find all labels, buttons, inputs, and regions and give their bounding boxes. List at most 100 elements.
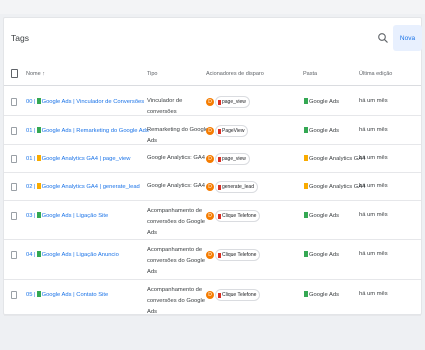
tag-label: Google Analytics GA4 | page_view: [41, 156, 131, 162]
tag-prefix: 03 |: [26, 213, 36, 219]
folder-color-marker: [304, 183, 308, 189]
trigger-color-marker: [218, 252, 221, 258]
table-row[interactable]: 01 | Google Analytics GA4 | page_view Goog…: [4, 145, 421, 173]
tag-label: Google Ads | Ligação Site: [41, 213, 109, 219]
trigger-color-marker: [218, 213, 221, 219]
folder-color-marker: [304, 251, 308, 257]
folder-label: Google Ads: [309, 252, 339, 258]
tag-label: Google Ads | Remarketing do Google Ads: [41, 128, 149, 134]
trigger-color-marker: [218, 184, 221, 190]
trigger-chip[interactable]: Clique Telefone: [215, 249, 261, 261]
tag-prefix: 00 |: [26, 99, 36, 105]
tag-color-marker: [36, 212, 41, 218]
tag-name-link[interactable]: 03 | Google Ads | Ligação Site: [26, 212, 108, 219]
trigger-icon: D: [206, 212, 214, 220]
table-row[interactable]: 03 | Google Ads | Ligação Site Acompanhame…: [4, 201, 421, 240]
trigger-cell[interactable]: D Clique Telefone: [206, 249, 261, 261]
tag-name-link[interactable]: 01 | Google Ads | Remarketing do Google A…: [26, 127, 149, 134]
row-checkbox[interactable]: [11, 291, 17, 299]
search-icon[interactable]: [377, 32, 389, 44]
table-row[interactable]: 01 | Google Ads | Remarketing do Google A…: [4, 116, 421, 145]
trigger-cell[interactable]: D PageView: [206, 125, 249, 137]
tag-type: Google Analytics: GA4: [147, 183, 205, 189]
tag-color-marker: [36, 183, 41, 189]
column-last-edit: Última edição: [359, 71, 393, 77]
column-type: Tipo: [147, 71, 158, 77]
tag-type: Acompanhamento de conversões do Google A…: [147, 208, 206, 236]
last-edit: há um mês: [359, 155, 388, 161]
trigger-label: PageView: [222, 128, 245, 134]
tag-color-marker: [36, 291, 41, 297]
trigger-color-marker: [218, 292, 221, 298]
trigger-chip[interactable]: Clique Telefone: [215, 289, 261, 301]
folder-color-marker: [304, 155, 308, 161]
trigger-cell[interactable]: D Clique Telefone: [206, 289, 261, 301]
card-title: Tags: [11, 33, 29, 43]
trigger-color-marker: [218, 156, 221, 162]
trigger-label: Clique Telefone: [222, 292, 257, 298]
folder-label: Google Analytics GA4: [309, 184, 366, 190]
new-tag-button[interactable]: Nova: [393, 25, 422, 51]
last-edit: há um mês: [359, 291, 388, 297]
trigger-cell[interactable]: D Clique Telefone: [206, 210, 261, 222]
tag-type: Google Analytics: GA4: [147, 155, 205, 161]
tag-type: Acompanhamento de conversões do Google A…: [147, 247, 206, 275]
tag-label: Google Ads | Ligação Anuncio: [41, 252, 119, 258]
folder-color-marker: [304, 291, 308, 297]
tag-prefix: 01 |: [26, 128, 36, 134]
row-checkbox[interactable]: [11, 155, 17, 163]
sort-arrow-icon: ↑: [42, 71, 45, 77]
trigger-chip[interactable]: Clique Telefone: [215, 210, 261, 222]
trigger-cell[interactable]: Dgenerate_lead: [206, 181, 258, 193]
table-row[interactable]: 05 | Google Ads | Contato Site Acompanhame…: [4, 280, 421, 316]
folder-color-marker: [304, 212, 308, 218]
select-all-checkbox[interactable]: [11, 69, 18, 78]
table-row[interactable]: 00 | Google Ads | Vinculador de Conversõe…: [4, 87, 421, 116]
tag-prefix: 02 |: [26, 184, 36, 190]
trigger-icon: D: [206, 251, 214, 259]
folder-label: Google Ads: [309, 213, 339, 219]
tag-name-link[interactable]: 00 | Google Ads | Vinculador de Conversõe…: [26, 98, 144, 105]
trigger-label: page_view: [222, 99, 246, 105]
tag-color-marker: [36, 251, 41, 257]
row-checkbox[interactable]: [11, 98, 17, 106]
tag-name-link[interactable]: 05 | Google Ads | Contato Site: [26, 291, 108, 298]
row-checkbox[interactable]: [11, 127, 17, 135]
row-checkbox[interactable]: [11, 183, 17, 191]
trigger-cell[interactable]: Dpage_view: [206, 153, 250, 165]
column-triggers: Acionadores de disparo: [206, 71, 264, 77]
folder-cell: Google Ads: [303, 212, 339, 219]
column-folder: Pasta: [303, 71, 318, 77]
trigger-color-marker: [218, 128, 221, 134]
last-edit: há um mês: [359, 127, 388, 133]
folder-cell: Google Ads: [303, 127, 339, 134]
trigger-chip[interactable]: page_view: [215, 153, 250, 165]
tag-name-link[interactable]: 02 | Google Analytics GA4 | generate_lead: [26, 183, 140, 190]
folder-label: Google Ads: [309, 99, 339, 105]
trigger-label: Clique Telefone: [222, 213, 257, 219]
column-name[interactable]: Nome ↑: [26, 71, 45, 77]
tag-color-marker: [36, 98, 41, 104]
trigger-cell[interactable]: Dpage_view: [206, 96, 250, 108]
top-strip: [0, 0, 425, 14]
folder-label: Google Ads: [309, 128, 339, 134]
tag-name-link[interactable]: 01 | Google Analytics GA4 | page_view: [26, 155, 130, 162]
trigger-icon: D: [206, 98, 214, 106]
trigger-icon: D: [206, 127, 214, 135]
folder-cell: Google Ads: [303, 291, 339, 298]
row-checkbox[interactable]: [11, 251, 17, 259]
last-edit: há um mês: [359, 251, 388, 257]
trigger-chip[interactable]: generate_lead: [215, 181, 258, 193]
table-header: Nome ↑ Tipo Acionadores de disparo Pasta…: [4, 66, 421, 86]
trigger-icon: D: [206, 291, 214, 299]
trigger-chip[interactable]: page_view: [215, 96, 250, 108]
folder-label: Google Analytics GA4: [309, 156, 366, 162]
tag-color-marker: [36, 155, 41, 161]
table-row[interactable]: 04 | Google Ads | Ligação Anuncio Acompanh…: [4, 240, 421, 280]
table-row[interactable]: 02 | Google Analytics GA4 | generate_lead…: [4, 173, 421, 201]
row-checkbox[interactable]: [11, 212, 17, 220]
tag-name-link[interactable]: 04 | Google Ads | Ligação Anuncio: [26, 251, 119, 258]
trigger-chip[interactable]: PageView: [215, 125, 249, 137]
folder-color-marker: [304, 98, 308, 104]
folder-color-marker: [304, 127, 308, 133]
